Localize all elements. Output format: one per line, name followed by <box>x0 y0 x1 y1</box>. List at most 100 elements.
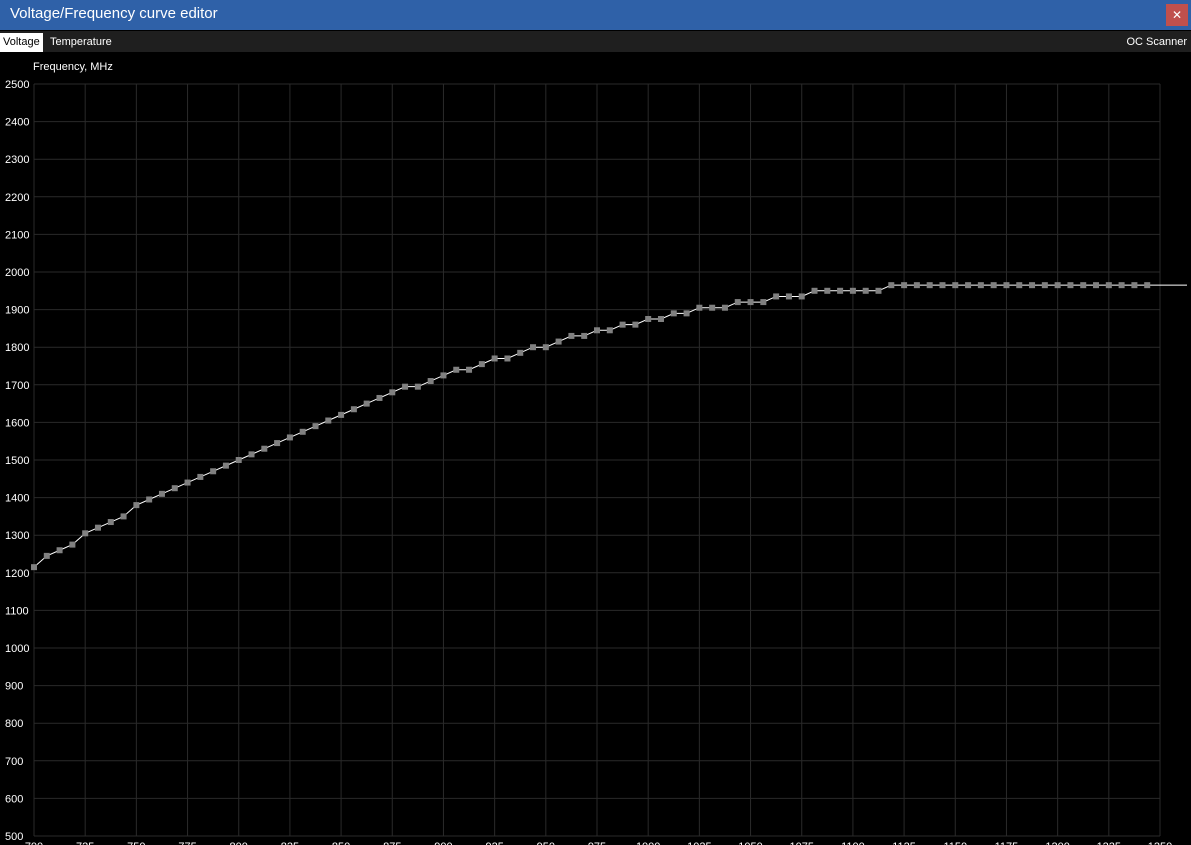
vf-point[interactable] <box>491 355 498 362</box>
vf-point[interactable] <box>696 304 703 311</box>
vf-point[interactable] <box>466 366 473 373</box>
vf-point[interactable] <box>1029 282 1036 289</box>
vf-point[interactable] <box>376 394 383 401</box>
vf-point[interactable] <box>325 417 332 424</box>
vf-point[interactable] <box>721 304 728 311</box>
vf-point[interactable] <box>837 287 844 294</box>
x-tick-label: 1100 <box>841 841 865 845</box>
vf-point[interactable] <box>197 473 204 480</box>
vf-point[interactable] <box>760 299 767 306</box>
vf-point[interactable] <box>1016 282 1023 289</box>
vf-point[interactable] <box>683 310 690 317</box>
y-tick-label: 1000 <box>5 643 29 655</box>
vf-point[interactable] <box>414 383 421 390</box>
vf-point[interactable] <box>1118 282 1125 289</box>
vf-point[interactable] <box>913 282 920 289</box>
x-tick-label: 1000 <box>636 841 660 845</box>
vf-point[interactable] <box>645 316 652 322</box>
vf-point[interactable] <box>210 468 217 475</box>
vf-point[interactable] <box>875 287 882 294</box>
x-tick-label: 950 <box>537 841 555 845</box>
vf-point[interactable] <box>146 496 153 503</box>
vf-point[interactable] <box>56 547 63 554</box>
vf-point[interactable] <box>1080 282 1087 289</box>
vf-point[interactable] <box>773 293 780 300</box>
vf-point[interactable] <box>785 293 792 300</box>
vf-point[interactable] <box>542 344 549 351</box>
vf-point[interactable] <box>107 519 114 526</box>
vf-point[interactable] <box>158 490 165 497</box>
vf-point[interactable] <box>888 282 895 289</box>
vf-curve-chart[interactable]: 500 600 700 800 900 1000 1100 1200 1300 1400 1500 1… <box>0 0 1191 845</box>
vf-point[interactable] <box>1144 282 1151 289</box>
vf-point[interactable] <box>453 366 460 373</box>
vf-point[interactable] <box>133 502 140 509</box>
vf-point[interactable] <box>94 524 101 531</box>
vf-point[interactable] <box>261 445 268 452</box>
vf-point[interactable] <box>1093 282 1100 289</box>
vf-point[interactable] <box>235 457 242 463</box>
vf-point[interactable] <box>248 451 255 458</box>
vf-point[interactable] <box>862 287 869 294</box>
vf-point[interactable] <box>184 479 191 486</box>
vf-point[interactable] <box>939 282 946 289</box>
vf-point[interactable] <box>581 332 588 339</box>
x-tick-label: 775 <box>178 841 196 845</box>
vf-point[interactable] <box>389 389 396 396</box>
vf-point[interactable] <box>1131 282 1138 289</box>
vf-point[interactable] <box>849 287 856 294</box>
vf-point[interactable] <box>798 293 805 300</box>
vf-point[interactable] <box>901 282 908 289</box>
vf-point[interactable] <box>568 332 575 339</box>
vf-point[interactable] <box>709 304 716 311</box>
vf-point[interactable] <box>926 282 933 289</box>
vf-point[interactable] <box>427 378 434 385</box>
vf-point[interactable] <box>734 299 741 306</box>
vf-point[interactable] <box>274 440 281 447</box>
vf-point[interactable] <box>747 299 754 306</box>
vf-point[interactable] <box>952 282 959 289</box>
vf-point[interactable] <box>299 428 306 435</box>
vf-point[interactable] <box>811 287 818 294</box>
y-tick-label: 700 <box>5 756 23 768</box>
vf-point[interactable] <box>286 434 293 441</box>
vf-point[interactable] <box>120 513 127 520</box>
vf-point[interactable] <box>594 327 600 334</box>
x-tick-label: 900 <box>434 841 452 845</box>
vf-point[interactable] <box>171 485 178 492</box>
vf-point[interactable] <box>82 530 89 537</box>
vf-point[interactable] <box>440 372 447 379</box>
vf-point[interactable] <box>31 564 37 571</box>
vf-point[interactable] <box>990 282 997 289</box>
vf-point[interactable] <box>657 316 664 322</box>
vf-point[interactable] <box>43 552 50 559</box>
vf-point[interactable] <box>504 355 511 362</box>
vf-point[interactable] <box>555 338 562 345</box>
vf-point[interactable] <box>1054 282 1061 289</box>
vf-point[interactable] <box>222 462 229 469</box>
vf-point[interactable] <box>1067 282 1074 289</box>
x-tick-label: 800 <box>230 841 248 845</box>
vf-point[interactable] <box>606 327 613 334</box>
x-tick-label: 1200 <box>1045 841 1069 845</box>
vf-point[interactable] <box>350 406 357 413</box>
vf-point[interactable] <box>363 400 370 407</box>
vf-point[interactable] <box>619 321 626 328</box>
x-tick-label: 700 <box>25 841 43 845</box>
vf-point[interactable] <box>1041 282 1048 289</box>
vf-point[interactable] <box>1105 282 1112 289</box>
vf-point[interactable] <box>402 383 409 390</box>
vf-point[interactable] <box>632 321 639 328</box>
vf-point[interactable] <box>670 310 677 317</box>
vf-point[interactable] <box>312 423 319 430</box>
vf-point[interactable] <box>824 287 831 294</box>
y-tick-label: 1900 <box>5 305 29 317</box>
vf-point[interactable] <box>530 344 537 351</box>
vf-point[interactable] <box>338 411 345 418</box>
vf-point[interactable] <box>69 541 76 548</box>
vf-point[interactable] <box>1003 282 1010 289</box>
vf-point[interactable] <box>977 282 984 289</box>
vf-point[interactable] <box>478 361 485 368</box>
vf-point[interactable] <box>517 349 524 356</box>
vf-point[interactable] <box>965 282 972 289</box>
